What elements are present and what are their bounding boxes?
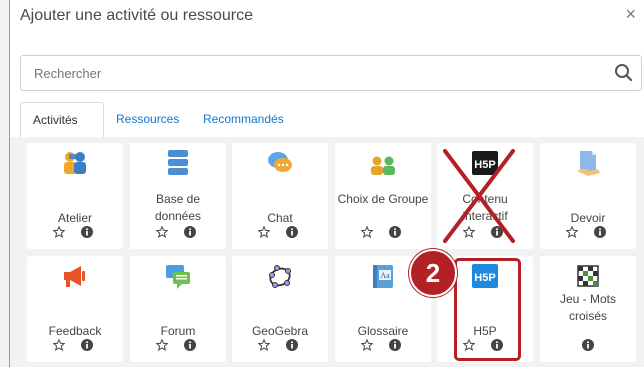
module-card-chat[interactable]: Chat [232, 143, 328, 249]
info-icon[interactable] [389, 339, 401, 351]
group-choice-icon [371, 156, 395, 175]
workshop-icon [64, 152, 86, 174]
module-card-jeu-mots-croises[interactable]: Jeu - Mots croisés [540, 256, 636, 362]
module-label: Glossaire [357, 324, 409, 338]
h5p-highlight-box [454, 258, 521, 361]
module-label: Atelier [57, 211, 92, 225]
module-card-choix-de-groupe[interactable]: Choix de Groupe [335, 143, 431, 249]
star-icon[interactable] [156, 339, 168, 351]
module-card-forum[interactable]: Forum [130, 256, 226, 362]
tab-ressources[interactable]: Ressources [104, 102, 191, 136]
info-icon[interactable] [184, 339, 196, 351]
svg-text:Aa: Aa [380, 271, 390, 280]
star-icon[interactable] [156, 226, 168, 238]
step-badge: 2 [409, 249, 457, 297]
module-card-devoir[interactable]: Devoir [540, 143, 636, 249]
module-label: Jeu - Mots croisés [559, 292, 616, 323]
module-label: Forum [160, 324, 196, 338]
star-icon[interactable] [258, 339, 270, 351]
close-icon[interactable]: × [625, 4, 636, 25]
module-label: GeoGebra [251, 324, 309, 338]
search-input[interactable] [34, 66, 534, 81]
module-label: Choix de Groupe [337, 192, 429, 206]
background-page-edge [0, 0, 10, 367]
info-icon[interactable] [184, 226, 196, 238]
tab-bar: Activités Ressources Recommandés [20, 102, 642, 138]
info-icon[interactable] [81, 226, 93, 238]
glossary-icon: Aa [373, 265, 393, 288]
chat-icon [268, 152, 292, 172]
search-box[interactable] [20, 55, 642, 91]
module-card-geogebra[interactable]: GeoGebra [232, 256, 328, 362]
module-card-atelier[interactable]: Atelier [27, 143, 123, 249]
database-icon [168, 150, 188, 175]
tab-recommandes[interactable]: Recommandés [191, 102, 296, 136]
star-icon[interactable] [53, 226, 65, 238]
module-grid: Atelier Base de données Chat Choix de Gr… [10, 137, 644, 367]
module-label: Chat [267, 211, 293, 225]
megaphone-icon [64, 266, 85, 287]
info-icon[interactable] [594, 226, 606, 238]
module-card-base-de-donnees[interactable]: Base de données [130, 143, 226, 249]
info-icon[interactable] [582, 339, 594, 351]
module-label: Devoir [570, 211, 606, 225]
dialog-title: Ajouter une activité ou ressource [20, 7, 254, 24]
forum-icon [166, 265, 190, 289]
info-icon[interactable] [286, 339, 298, 351]
assignment-icon [577, 151, 600, 176]
info-icon[interactable] [81, 339, 93, 351]
geogebra-icon [269, 265, 291, 288]
crossword-icon [577, 265, 599, 287]
star-icon[interactable] [566, 226, 578, 238]
star-icon[interactable] [361, 226, 373, 238]
module-card-feedback[interactable]: Feedback [27, 256, 123, 362]
module-label: Base de données [154, 192, 202, 223]
cross-out-mark [443, 149, 515, 243]
star-icon[interactable] [361, 339, 373, 351]
search-icon[interactable] [613, 62, 635, 84]
tab-activites[interactable]: Activités [20, 102, 104, 138]
info-icon[interactable] [286, 226, 298, 238]
star-icon[interactable] [258, 226, 270, 238]
module-label: Feedback [48, 324, 102, 338]
info-icon[interactable] [389, 226, 401, 238]
star-icon[interactable] [53, 339, 65, 351]
